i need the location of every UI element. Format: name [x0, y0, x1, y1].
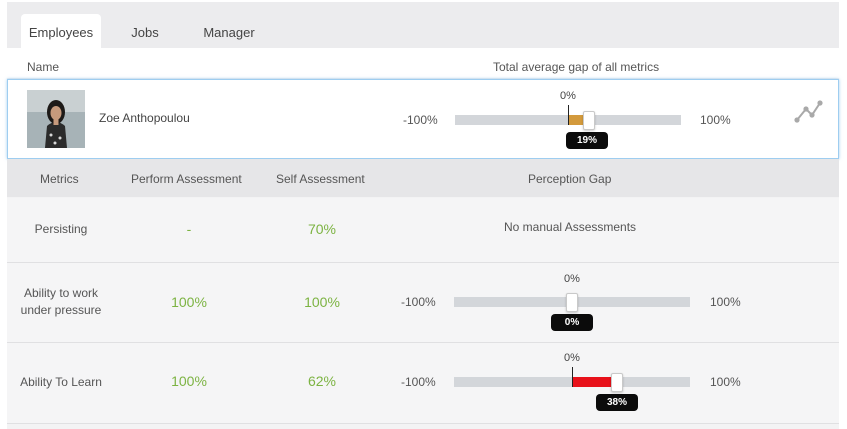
gauge-min-label: -100% [401, 295, 436, 309]
gauge-zero-label: 0% [564, 352, 580, 364]
perform-assessment-value: 100% [171, 294, 207, 310]
gauge-max-label: 100% [700, 113, 731, 127]
self-assessment-column-header: Self Assessment [276, 172, 365, 186]
metric-name: Ability To Learn [20, 375, 102, 389]
perception-gap-column-header: Perception Gap [528, 172, 612, 186]
self-assessment-value: 62% [307, 373, 337, 389]
gauge-max-label: 100% [710, 295, 741, 309]
metrics-column-header: Metrics [40, 172, 79, 186]
employee-row-selected[interactable]: Zoe Anthopoulou 0% -100% 100% 19% [7, 79, 839, 159]
gauge-handle[interactable] [566, 293, 578, 312]
tab-manager[interactable]: Manager [191, 14, 267, 50]
name-column-header: Name [27, 60, 60, 74]
gauge-min-label: -100% [401, 375, 436, 389]
gauge-value-badge: 38% [596, 394, 638, 411]
table-row: Ability To Learn 100% 62% 0% -100% 100% … [7, 343, 839, 424]
metric-name: Persisting [34, 222, 88, 236]
gauge-zero-label: 0% [560, 90, 576, 102]
gauge-zero-marker [568, 105, 569, 125]
tab-employees[interactable]: Employees [21, 14, 101, 50]
tab-bar: Employees Jobs Manager [7, 2, 839, 50]
tab-jobs[interactable]: Jobs [119, 14, 171, 50]
gauge-zero-marker [572, 367, 573, 387]
gauge-value-badge: 19% [566, 132, 608, 149]
self-assessment-value: 70% [307, 221, 337, 237]
perform-assessment-value: 100% [171, 373, 207, 389]
avatar [27, 90, 85, 148]
perform-assessment-value: - [186, 221, 192, 237]
gauge-handle[interactable] [610, 373, 623, 392]
total-gap-column-header: Total average gap of all metrics [493, 60, 660, 74]
gauge-handle[interactable] [583, 111, 596, 130]
self-assessment-value: 100% [304, 294, 340, 310]
no-assessments-note: No manual Assessments [504, 220, 637, 234]
trend-chart-icon[interactable] [794, 98, 824, 126]
gauge-zero-label: 0% [564, 273, 580, 285]
gauge-max-label: 100% [710, 375, 741, 389]
metrics-table-header: Metrics Perform Assessment Self Assessme… [7, 159, 839, 197]
list-header: Name Total average gap of all metrics [7, 48, 839, 78]
table-row: Persisting - 70% No manual Assessments [7, 198, 839, 263]
employee-name: Zoe Anthopoulou [99, 111, 190, 125]
perform-assessment-column-header: Perform Assessment [131, 172, 242, 186]
gauge-min-label: -100% [403, 113, 438, 127]
table-row: Ability to work under pressure 100% 100%… [7, 263, 839, 343]
gauge-value-badge: 0% [551, 314, 593, 331]
metric-name: Ability to work under pressure [20, 286, 102, 317]
